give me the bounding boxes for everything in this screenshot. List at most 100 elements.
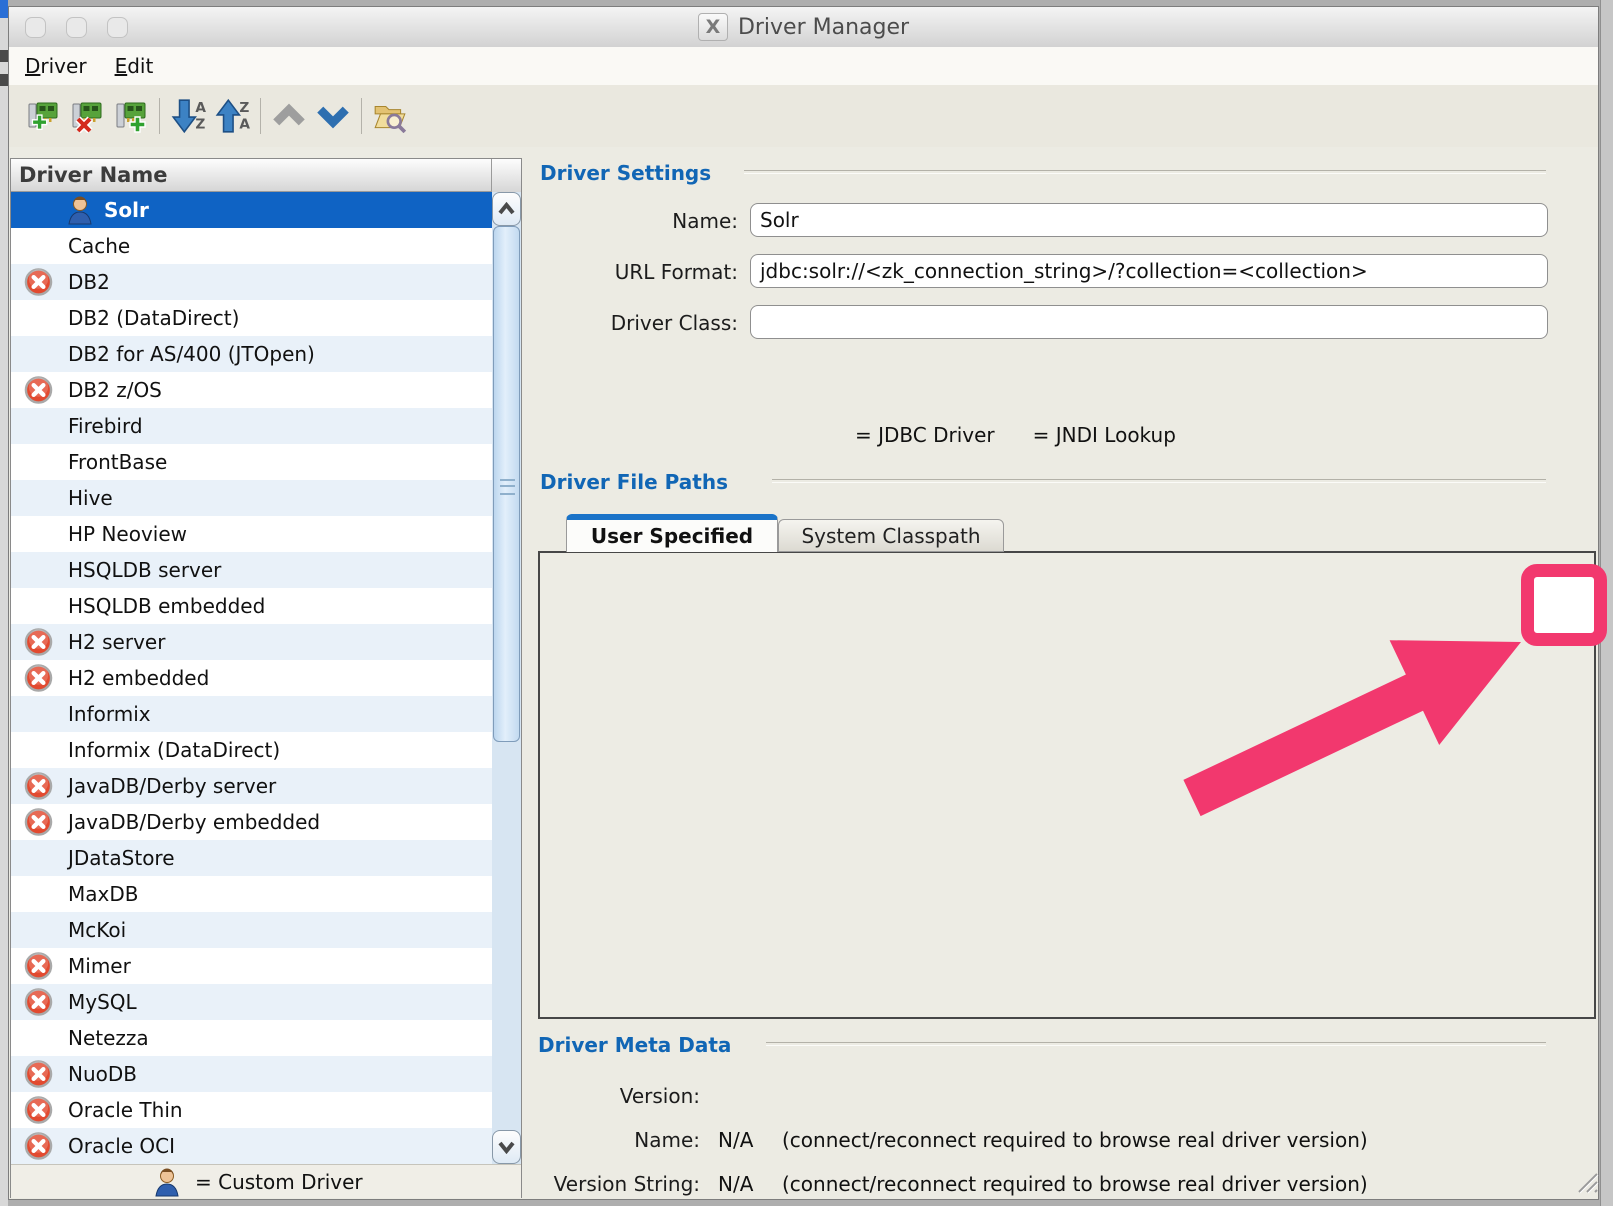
move-down-button[interactable] xyxy=(311,96,355,136)
toolbar-separator xyxy=(361,98,362,134)
driver-name-label: DB2 z/OS xyxy=(68,378,162,402)
list-item[interactable]: Cache xyxy=(11,228,492,264)
zoom-window-button[interactable] xyxy=(107,17,128,38)
list-item[interactable]: Firebird xyxy=(11,408,492,444)
list-item[interactable]: MaxDB xyxy=(11,876,492,912)
toolbar-separator xyxy=(159,98,160,134)
menu-driver[interactable]: Driver xyxy=(25,54,87,78)
driver-name-label: Netezza xyxy=(68,1026,149,1050)
list-item[interactable]: H2 embedded xyxy=(11,660,492,696)
copy-driver-button[interactable] xyxy=(109,96,153,136)
toolbar: AZZA xyxy=(9,85,1598,147)
list-item[interactable]: H2 server xyxy=(11,624,492,660)
app-icon: X xyxy=(698,13,728,41)
list-item[interactable]: NuoDB xyxy=(11,1056,492,1092)
list-item[interactable]: MySQL xyxy=(11,984,492,1020)
custom-driver-legend: = Custom Driver xyxy=(11,1164,521,1198)
error-icon xyxy=(11,1131,53,1161)
driver-name-column-header[interactable]: Driver Name xyxy=(11,159,492,192)
driver-card-new-icon xyxy=(24,99,62,133)
list-item[interactable]: DB2 (DataDirect) xyxy=(11,300,492,336)
close-window-button[interactable] xyxy=(25,17,46,38)
driver-class-label: Driver Class: xyxy=(500,311,738,335)
sort-descending-button[interactable]: ZA xyxy=(210,96,254,136)
move-up-button[interactable] xyxy=(267,96,311,136)
list-item[interactable]: Oracle Thin xyxy=(11,1092,492,1128)
search-folder-icon xyxy=(372,99,408,133)
list-item[interactable]: Solr xyxy=(11,192,492,228)
list-item[interactable]: JavaDB/Derby server xyxy=(11,768,492,804)
list-item[interactable]: Informix (DataDirect) xyxy=(11,732,492,768)
error-icon xyxy=(11,627,53,657)
section-divider xyxy=(744,170,1546,174)
tab-system-classpath[interactable]: System Classpath xyxy=(778,519,1004,552)
driver-name-label: H2 embedded xyxy=(68,666,209,690)
driver-name-label: JDataStore xyxy=(68,846,175,870)
driver-name-label: Firebird xyxy=(68,414,143,438)
driver-name-label: H2 server xyxy=(68,630,165,654)
list-item[interactable]: Netezza xyxy=(11,1020,492,1056)
window-title: Driver Manager xyxy=(738,15,909,40)
driver-name-label: Mimer xyxy=(68,954,131,978)
list-item[interactable]: HSQLDB server xyxy=(11,552,492,588)
version-string-note: (connect/reconnect required to browse re… xyxy=(782,1172,1368,1196)
driver-name-label: FrontBase xyxy=(68,450,167,474)
sort-asc-icon: AZ xyxy=(170,97,206,135)
sort-ascending-button[interactable]: AZ xyxy=(166,96,210,136)
tab-user-specified[interactable]: User Specified xyxy=(566,514,778,552)
driver-name-label: Informix xyxy=(68,702,151,726)
list-item[interactable]: JDataStore xyxy=(11,840,492,876)
svg-text:A: A xyxy=(195,100,206,116)
error-icon xyxy=(11,1095,53,1125)
list-item[interactable]: DB2 z/OS xyxy=(11,372,492,408)
list-item[interactable]: McKoi xyxy=(11,912,492,948)
resize-grip[interactable] xyxy=(1573,1168,1599,1194)
driver-name-label: NuoDB xyxy=(68,1062,137,1086)
menu-bar: Driver Edit xyxy=(9,47,1598,85)
list-item[interactable]: Informix xyxy=(11,696,492,732)
scrollbar-thumb[interactable] xyxy=(493,226,520,742)
list-scrollbar[interactable] xyxy=(492,192,521,1164)
driver-list-panel: Driver Name SolrCache DB2 DB2 (DataDirect)… xyxy=(10,158,522,1198)
title-bar[interactable]: X Driver Manager xyxy=(9,7,1598,48)
svg-text:Z: Z xyxy=(239,100,249,116)
svg-text:A: A xyxy=(239,117,250,133)
meta-name-note: (connect/reconnect required to browse re… xyxy=(782,1128,1368,1152)
list-item[interactable]: FrontBase xyxy=(11,444,492,480)
user-specified-tab-panel xyxy=(538,551,1596,1019)
driver-name-label: DB2 xyxy=(68,270,110,294)
list-item[interactable]: HSQLDB embedded xyxy=(11,588,492,624)
list-item[interactable]: JavaDB/Derby embedded xyxy=(11,804,492,840)
name-field[interactable]: Solr xyxy=(750,203,1548,237)
driver-settings-title: Driver Settings xyxy=(540,161,711,185)
list-item[interactable]: Oracle OCI xyxy=(11,1128,492,1164)
error-icon xyxy=(11,375,53,405)
delete-driver-button[interactable] xyxy=(65,96,109,136)
chevron-down-blue-icon xyxy=(316,102,350,130)
url-format-field[interactable]: jdbc:solr://<zk_connection_string>/?coll… xyxy=(750,254,1548,288)
version-label: Version: xyxy=(460,1084,700,1108)
driver-class-field[interactable] xyxy=(750,305,1548,339)
menu-edit[interactable]: Edit xyxy=(115,54,154,78)
minimize-window-button[interactable] xyxy=(66,17,87,38)
list-item[interactable]: Hive xyxy=(11,480,492,516)
error-icon xyxy=(11,807,53,837)
section-divider xyxy=(772,479,1546,483)
search-driver-button[interactable] xyxy=(368,96,412,136)
driver-meta-data-title: Driver Meta Data xyxy=(538,1033,731,1057)
driver-name-label: HP Neoview xyxy=(68,522,187,546)
column-header-stub xyxy=(492,159,521,193)
list-item[interactable]: DB2 for AS/400 (JTOpen) xyxy=(11,336,492,372)
custom-driver-icon xyxy=(153,1167,181,1197)
jdbc-legend-text: = JDBC Driver xyxy=(855,423,995,447)
list-item[interactable]: Mimer xyxy=(11,948,492,984)
list-item[interactable]: DB2 xyxy=(11,264,492,300)
driver-name-label: Oracle OCI xyxy=(68,1134,175,1158)
name-label: Name: xyxy=(500,209,738,233)
toolbar-separator xyxy=(260,98,261,134)
list-item[interactable]: HP Neoview xyxy=(11,516,492,552)
background-window-fragment xyxy=(0,0,8,18)
driver-name-label: HSQLDB server xyxy=(68,558,221,582)
sort-desc-icon: ZA xyxy=(214,97,250,135)
new-driver-button[interactable] xyxy=(21,96,65,136)
